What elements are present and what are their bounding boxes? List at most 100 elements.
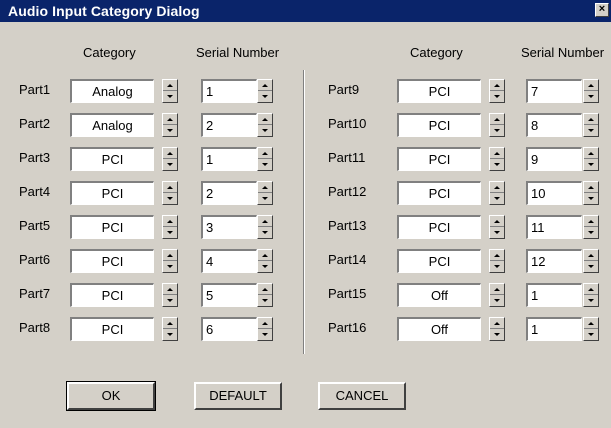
spin-up-button[interactable] (258, 148, 272, 159)
category-field[interactable]: Analog (70, 79, 154, 103)
spin-up-button[interactable] (584, 148, 598, 159)
spin-up-button[interactable] (584, 80, 598, 91)
serial-number-field[interactable]: 5 (201, 283, 257, 307)
category-spinner[interactable] (489, 283, 505, 307)
spin-down-button[interactable] (584, 295, 598, 306)
spin-up-button[interactable] (584, 216, 598, 227)
spin-down-button[interactable] (490, 91, 504, 102)
serial-number-field[interactable]: 12 (526, 249, 582, 273)
serial-number-field[interactable]: 3 (201, 215, 257, 239)
category-field[interactable]: PCI (397, 215, 481, 239)
spin-down-button[interactable] (490, 329, 504, 340)
spin-up-button[interactable] (163, 284, 177, 295)
serial-number-spinner[interactable] (583, 215, 599, 239)
category-spinner[interactable] (489, 113, 505, 137)
spin-down-button[interactable] (258, 329, 272, 340)
spin-up-button[interactable] (490, 284, 504, 295)
spin-down-button[interactable] (258, 159, 272, 170)
spin-down-button[interactable] (163, 125, 177, 136)
spin-up-button[interactable] (490, 216, 504, 227)
serial-number-spinner[interactable] (257, 283, 273, 307)
spin-down-button[interactable] (258, 125, 272, 136)
category-spinner[interactable] (489, 79, 505, 103)
category-field[interactable]: PCI (397, 147, 481, 171)
category-field[interactable]: PCI (397, 181, 481, 205)
spin-down-button[interactable] (163, 227, 177, 238)
serial-number-field[interactable]: 9 (526, 147, 582, 171)
spin-up-button[interactable] (584, 114, 598, 125)
spin-up-button[interactable] (490, 80, 504, 91)
title-bar[interactable]: Audio Input Category Dialog × (0, 0, 611, 22)
serial-number-field[interactable]: 6 (201, 317, 257, 341)
spin-down-button[interactable] (490, 295, 504, 306)
serial-number-field[interactable]: 7 (526, 79, 582, 103)
spin-up-button[interactable] (258, 250, 272, 261)
spin-up-button[interactable] (584, 182, 598, 193)
category-spinner[interactable] (489, 147, 505, 171)
spin-down-button[interactable] (490, 125, 504, 136)
close-button[interactable]: × (595, 3, 609, 17)
spin-up-button[interactable] (163, 114, 177, 125)
category-field[interactable]: PCI (70, 181, 154, 205)
spin-up-button[interactable] (258, 284, 272, 295)
spin-down-button[interactable] (258, 91, 272, 102)
serial-number-spinner[interactable] (257, 249, 273, 273)
category-spinner[interactable] (162, 147, 178, 171)
serial-number-field[interactable]: 4 (201, 249, 257, 273)
spin-up-button[interactable] (258, 114, 272, 125)
serial-number-field[interactable]: 1 (526, 317, 582, 341)
serial-number-spinner[interactable] (257, 79, 273, 103)
spin-up-button[interactable] (163, 80, 177, 91)
category-field[interactable]: PCI (397, 249, 481, 273)
spin-down-button[interactable] (490, 261, 504, 272)
category-spinner[interactable] (162, 181, 178, 205)
category-field[interactable]: PCI (70, 249, 154, 273)
serial-number-spinner[interactable] (257, 181, 273, 205)
serial-number-spinner[interactable] (583, 181, 599, 205)
spin-up-button[interactable] (490, 182, 504, 193)
spin-down-button[interactable] (163, 329, 177, 340)
serial-number-spinner[interactable] (583, 113, 599, 137)
category-field[interactable]: Off (397, 283, 481, 307)
spin-down-button[interactable] (258, 261, 272, 272)
category-spinner[interactable] (489, 215, 505, 239)
spin-down-button[interactable] (258, 227, 272, 238)
spin-up-button[interactable] (163, 250, 177, 261)
cancel-button[interactable]: CANCEL (318, 382, 406, 410)
spin-up-button[interactable] (163, 216, 177, 227)
spin-down-button[interactable] (584, 261, 598, 272)
spin-up-button[interactable] (163, 148, 177, 159)
serial-number-field[interactable]: 11 (526, 215, 582, 239)
serial-number-spinner[interactable] (583, 317, 599, 341)
spin-up-button[interactable] (163, 318, 177, 329)
spin-up-button[interactable] (490, 318, 504, 329)
category-spinner[interactable] (489, 181, 505, 205)
serial-number-spinner[interactable] (583, 283, 599, 307)
category-field[interactable]: PCI (70, 215, 154, 239)
spin-up-button[interactable] (258, 80, 272, 91)
default-button[interactable]: DEFAULT (194, 382, 282, 410)
serial-number-field[interactable]: 2 (201, 113, 257, 137)
spin-down-button[interactable] (490, 193, 504, 204)
spin-down-button[interactable] (490, 159, 504, 170)
category-field[interactable]: PCI (397, 113, 481, 137)
category-spinner[interactable] (162, 249, 178, 273)
category-spinner[interactable] (162, 215, 178, 239)
serial-number-spinner[interactable] (583, 79, 599, 103)
spin-down-button[interactable] (584, 193, 598, 204)
serial-number-spinner[interactable] (257, 317, 273, 341)
serial-number-field[interactable]: 8 (526, 113, 582, 137)
spin-down-button[interactable] (584, 125, 598, 136)
serial-number-field[interactable]: 1 (201, 79, 257, 103)
serial-number-spinner[interactable] (583, 147, 599, 171)
category-spinner[interactable] (489, 249, 505, 273)
spin-down-button[interactable] (163, 193, 177, 204)
spin-down-button[interactable] (584, 227, 598, 238)
spin-down-button[interactable] (584, 329, 598, 340)
serial-number-field[interactable]: 10 (526, 181, 582, 205)
spin-down-button[interactable] (258, 295, 272, 306)
serial-number-field[interactable]: 1 (201, 147, 257, 171)
spin-down-button[interactable] (490, 227, 504, 238)
spin-up-button[interactable] (258, 182, 272, 193)
category-spinner[interactable] (162, 283, 178, 307)
